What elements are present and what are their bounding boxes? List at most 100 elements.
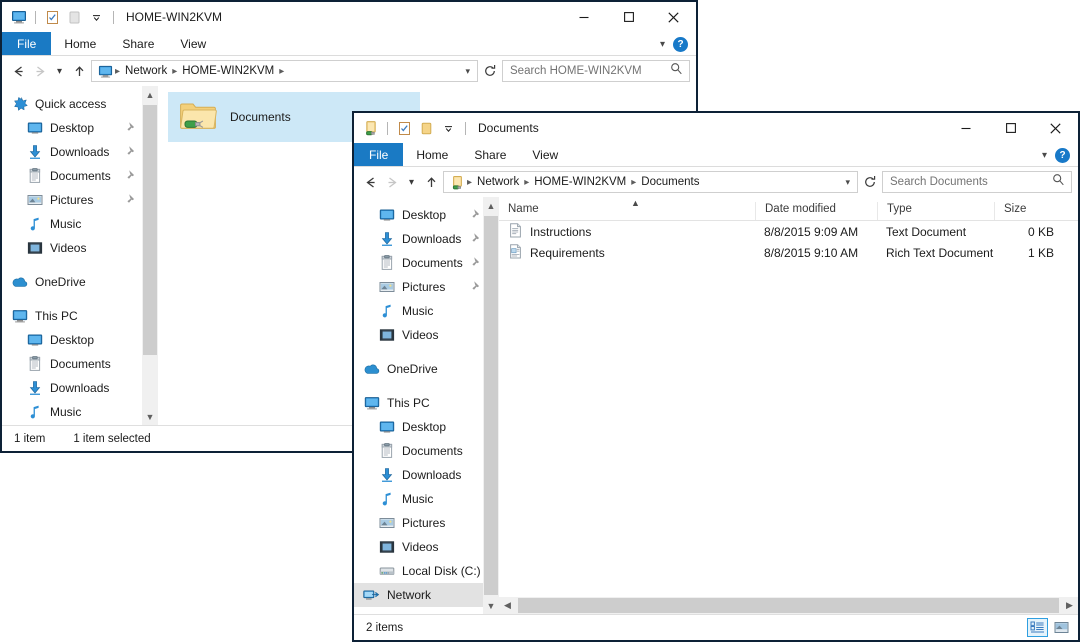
tab-share-back[interactable]: Share <box>109 32 167 55</box>
column-header-size[interactable]: Size <box>994 202 1064 220</box>
properties-icon[interactable] <box>396 120 413 137</box>
quick-access-toolbar-front[interactable] <box>362 120 469 137</box>
address-input-front[interactable]: ▸ Network ▸ HOME-WIN2KVM ▸ Documents ▾ <box>443 171 858 193</box>
column-header-type[interactable]: Type <box>877 202 994 220</box>
sidebar-item-music[interactable]: Music <box>354 299 499 323</box>
sidebar-item-onedrive[interactable]: OneDrive <box>354 357 499 381</box>
refresh-button-front[interactable] <box>860 171 880 193</box>
sidebar-item-this-pc[interactable]: This PC <box>2 304 158 328</box>
shared-folder-small-icon[interactable] <box>362 120 379 137</box>
sidebar-item-pictures[interactable]: Pictures <box>354 275 499 299</box>
explorer-window-documents[interactable]: Documents File Home Share View ▾ ? ▾ ▸ N… <box>352 111 1080 642</box>
hscroll-track[interactable] <box>516 597 1061 614</box>
search-icon[interactable] <box>670 62 683 80</box>
sidebar-item-music[interactable]: Music <box>2 400 158 424</box>
sidebar-item-videos[interactable]: Videos <box>354 535 499 559</box>
sidebar-item-music[interactable]: Music <box>354 487 499 511</box>
pin-icon[interactable] <box>126 121 137 135</box>
scroll-left-arrow-icon[interactable]: ◀ <box>499 597 516 614</box>
nav-vertical-scrollbar-front[interactable]: ▲ ▼ <box>483 197 499 614</box>
sidebar-item-desktop[interactable]: Desktop <box>2 328 158 352</box>
tab-view-back[interactable]: View <box>167 32 219 55</box>
sidebar-item-desktop[interactable]: Desktop <box>354 203 499 227</box>
scroll-down-arrow-icon[interactable]: ▼ <box>142 408 158 425</box>
pin-icon[interactable] <box>126 193 137 207</box>
tab-view-front[interactable]: View <box>519 143 571 166</box>
up-button-back[interactable] <box>69 60 89 82</box>
large-icons-view-button[interactable] <box>1051 618 1072 637</box>
nav-list-front[interactable]: Desktop Downloads Documents Pictures Music Vi… <box>354 203 499 607</box>
customize-qat-dropdown-icon[interactable] <box>88 9 105 26</box>
tab-home-back[interactable]: Home <box>51 32 109 55</box>
properties-icon[interactable] <box>44 9 61 26</box>
caption-buttons-back[interactable] <box>561 2 696 32</box>
sidebar-item-this-pc[interactable]: This PC <box>354 391 499 415</box>
titlebar-front[interactable]: Documents <box>354 113 1078 143</box>
new-folder-icon[interactable] <box>66 9 83 26</box>
file-rows[interactable]: Instructions 8/8/2015 9:09 AM Text Documen… <box>499 221 1078 597</box>
address-input-back[interactable]: ▸ Network ▸ HOME-WIN2KVM ▸ ▾ <box>91 60 478 82</box>
column-header-name[interactable]: Name <box>499 202 755 220</box>
sidebar-item-downloads[interactable]: Downloads <box>2 376 158 400</box>
scroll-up-arrow-icon[interactable]: ▲ <box>142 86 158 103</box>
sidebar-item-network[interactable]: Network <box>354 583 499 607</box>
chevron-down-icon[interactable]: ▾ <box>1042 150 1047 161</box>
table-row[interactable]: Instructions 8/8/2015 9:09 AM Text Documen… <box>499 221 1078 242</box>
sidebar-item-onedrive[interactable]: OneDrive <box>2 270 158 294</box>
help-icon[interactable]: ? <box>673 36 688 52</box>
new-folder-icon[interactable] <box>418 120 435 137</box>
pin-icon[interactable] <box>471 208 482 222</box>
customize-qat-dropdown-icon[interactable] <box>440 120 457 137</box>
address-bar-back[interactable]: ▾ ▸ Network ▸ HOME-WIN2KVM ▸ ▾ Search HO… <box>2 56 696 86</box>
breadcrumb-back[interactable]: ▸ Network ▸ HOME-WIN2KVM ▸ <box>114 65 460 77</box>
column-headers[interactable]: Name Date modified Type Size ▲ <box>499 197 1078 221</box>
ribbon-tabs-back[interactable]: File Home Share View ▾ ? <box>2 32 696 56</box>
help-icon[interactable]: ? <box>1055 147 1070 163</box>
breadcrumb-item-network[interactable]: Network <box>122 65 170 77</box>
refresh-button-back[interactable] <box>480 60 500 82</box>
sidebar-item-documents[interactable]: Documents <box>354 439 499 463</box>
pin-icon[interactable] <box>471 256 482 270</box>
minimize-button-front[interactable] <box>943 113 988 143</box>
ribbon-tabs-front[interactable]: File Home Share View ▾ ? <box>354 143 1078 167</box>
up-button-front[interactable] <box>421 171 441 193</box>
sidebar-item-desktop[interactable]: Desktop <box>2 116 158 140</box>
nav-scroll-track-front[interactable] <box>483 214 499 597</box>
ribbon-right-front[interactable]: ▾ ? <box>1042 143 1074 167</box>
address-bar-front[interactable]: ▾ ▸ Network ▸ HOME-WIN2KVM ▸ Documents ▾… <box>354 167 1078 197</box>
breadcrumb-item-host[interactable]: HOME-WIN2KVM <box>531 176 629 188</box>
maximize-button-front[interactable] <box>988 113 1033 143</box>
search-icon[interactable] <box>1052 173 1065 191</box>
scroll-down-arrow-icon[interactable]: ▼ <box>483 597 499 614</box>
horizontal-scrollbar[interactable]: ◀ ▶ <box>499 597 1078 614</box>
recent-locations-button-back[interactable]: ▾ <box>52 60 67 82</box>
nav-scroll-track-back[interactable] <box>142 103 158 408</box>
recent-locations-button-front[interactable]: ▾ <box>404 171 419 193</box>
caption-buttons-front[interactable] <box>943 113 1078 143</box>
sidebar-item-pictures[interactable]: Pictures <box>2 188 158 212</box>
back-button-front[interactable] <box>360 171 380 193</box>
file-name-cell[interactable]: Requirements <box>499 243 755 262</box>
search-input-back[interactable]: Search HOME-WIN2KVM <box>510 65 642 77</box>
search-box-back[interactable]: Search HOME-WIN2KVM <box>502 60 690 82</box>
search-input-front[interactable]: Search Documents <box>890 176 988 188</box>
file-list-area[interactable]: Name Date modified Type Size ▲ Instructi… <box>499 197 1078 614</box>
sidebar-item-downloads[interactable]: Downloads <box>354 463 499 487</box>
details-view-button[interactable] <box>1027 618 1048 637</box>
sidebar-item-downloads[interactable]: Downloads <box>354 227 499 251</box>
scroll-up-arrow-icon[interactable]: ▲ <box>483 197 499 214</box>
breadcrumb-front[interactable]: ▸ Network ▸ HOME-WIN2KVM ▸ Documents <box>466 176 840 188</box>
nav-list-back[interactable]: Quick access Desktop Downloads Documents Pic… <box>2 92 158 425</box>
navigation-pane-back[interactable]: Quick access Desktop Downloads Documents Pic… <box>2 86 158 425</box>
pin-icon[interactable] <box>471 232 482 246</box>
breadcrumb-item-documents[interactable]: Documents <box>638 176 702 188</box>
breadcrumb-item-host[interactable]: HOME-WIN2KVM <box>179 65 277 77</box>
navigation-pane-front[interactable]: Desktop Downloads Documents Pictures Music Vi… <box>354 197 499 614</box>
table-row[interactable]: Requirements 8/8/2015 9:10 AM Rich Text Do… <box>499 242 1078 263</box>
close-button-back[interactable] <box>651 2 696 32</box>
breadcrumb-item-network[interactable]: Network <box>474 176 522 188</box>
titlebar-back[interactable]: HOME-WIN2KVM <box>2 2 696 32</box>
sidebar-item-music[interactable]: Music <box>2 212 158 236</box>
column-header-date-modified[interactable]: Date modified <box>755 202 877 220</box>
view-mode-buttons[interactable] <box>1027 618 1072 637</box>
